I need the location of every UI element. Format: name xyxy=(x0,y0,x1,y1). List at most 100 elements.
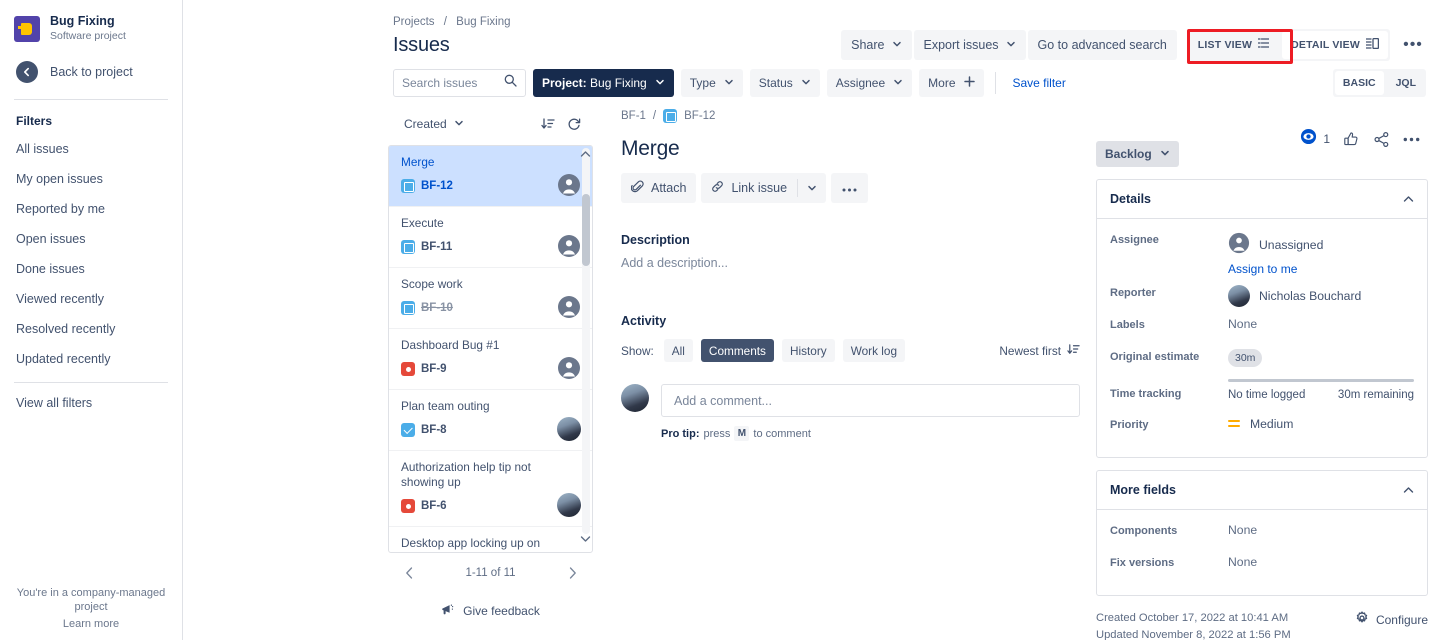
export-issues-button[interactable]: Export issues xyxy=(913,30,1026,60)
back-to-project-button[interactable]: Back to project xyxy=(0,53,182,93)
project-header[interactable]: Bug Fixing Software project xyxy=(0,0,182,53)
previous-page-button[interactable] xyxy=(396,560,422,586)
refresh-icon[interactable] xyxy=(561,111,587,137)
share-button[interactable]: Share xyxy=(841,30,912,60)
issue-list-item-bf-9[interactable]: Dashboard Bug #1 BF-9 xyxy=(389,329,592,390)
configure-button[interactable]: Configure xyxy=(1355,610,1428,628)
like-button[interactable] xyxy=(1343,131,1360,148)
list-view-label: LIST VIEW xyxy=(1197,39,1253,51)
link-issue-dropdown-button[interactable] xyxy=(798,173,826,203)
field-value[interactable]: 30m xyxy=(1228,346,1414,367)
issue-list-scroll-area[interactable]: Merge BF-12 Execute BF-11 Scope work BF-… xyxy=(388,145,593,553)
sidebar-item-my-open-issues[interactable]: My open issues xyxy=(0,164,182,194)
field-value[interactable]: Unassigned Assign to me xyxy=(1228,229,1414,276)
filter-divider xyxy=(994,72,996,94)
more-fields-panel-header[interactable]: More fields xyxy=(1097,471,1427,510)
issue-more-actions-button[interactable] xyxy=(831,173,869,203)
issue-more-options-icon[interactable] xyxy=(1403,137,1420,142)
issue-key[interactable]: BF-12 xyxy=(684,110,715,122)
sidebar-item-updated-recently[interactable]: Updated recently xyxy=(0,344,182,374)
sidebar-item-view-all-filters[interactable]: View all filters xyxy=(0,383,182,418)
issue-title: Dashboard Bug #1 xyxy=(401,338,500,352)
sidebar-item-resolved-recently[interactable]: Resolved recently xyxy=(0,314,182,344)
time-tracking-bar xyxy=(1228,379,1414,382)
issue-list-item-bf-8[interactable]: Plan team outing BF-8 xyxy=(389,390,592,451)
learn-more-link[interactable]: Learn more xyxy=(0,618,182,630)
status-filter-chip[interactable]: Status xyxy=(749,69,820,97)
field-label: Priority xyxy=(1110,419,1149,431)
advanced-search-button[interactable]: Go to advanced search xyxy=(1027,30,1177,60)
field-value[interactable]: Nicholas Bouchard xyxy=(1228,282,1414,307)
issue-list-item-bf-12[interactable]: Merge BF-12 xyxy=(389,146,592,207)
add-comment-row: Pro tip: press M to comment xyxy=(621,384,1080,441)
description-placeholder[interactable]: Add a description... xyxy=(621,256,1080,270)
sidebar-item-reported-by-me[interactable]: Reported by me xyxy=(0,194,182,224)
issue-list-item-bf-10[interactable]: Scope work BF-10 xyxy=(389,268,592,329)
pro-tip-suffix: to comment xyxy=(753,427,811,440)
give-feedback-button[interactable]: Give feedback xyxy=(388,593,593,629)
scrollbar-thumb[interactable] xyxy=(582,194,590,266)
type-filter-chip[interactable]: Type xyxy=(680,69,743,97)
breadcrumb-separator: / xyxy=(443,16,447,28)
field-value[interactable]: None xyxy=(1228,314,1414,331)
more-dots-icon xyxy=(842,181,857,195)
sort-order-toggle[interactable]: Newest first xyxy=(999,343,1080,359)
sidebar-item-all-issues[interactable]: All issues xyxy=(0,134,182,164)
basic-mode-button[interactable]: BASIC xyxy=(1334,71,1384,95)
assignee-filter-chip[interactable]: Assignee xyxy=(826,69,913,97)
tab-all[interactable]: All xyxy=(663,339,693,362)
more-options-button[interactable]: ••• xyxy=(1398,30,1428,60)
sort-by-dropdown[interactable]: Created xyxy=(398,113,470,135)
field-value[interactable]: Medium xyxy=(1228,414,1414,431)
search-input[interactable] xyxy=(402,76,500,90)
breadcrumb-project[interactable]: Bug Fixing xyxy=(456,16,510,28)
issue-list-item-partial[interactable]: Desktop app locking up on Mac xyxy=(389,527,592,552)
project-filter-chip[interactable]: Project: Bug Fixing xyxy=(533,69,674,97)
detail-view-button[interactable]: DETAIL VIEW xyxy=(1282,31,1388,59)
tab-work-log[interactable]: Work log xyxy=(842,339,906,362)
avatar xyxy=(557,295,581,319)
details-panel-header[interactable]: Details xyxy=(1097,180,1427,219)
watch-issue-button[interactable]: 1 xyxy=(1300,128,1330,150)
assign-to-me-link[interactable]: Assign to me xyxy=(1228,262,1297,276)
next-page-button[interactable] xyxy=(559,560,585,586)
story-type-icon xyxy=(401,240,415,254)
tab-history[interactable]: History xyxy=(781,339,835,362)
issue-list-scrollbar[interactable] xyxy=(582,148,590,534)
more-filters-chip[interactable]: More xyxy=(919,69,984,97)
avatar xyxy=(557,417,581,441)
issue-list-item-bf-11[interactable]: Execute BF-11 xyxy=(389,207,592,268)
link-issue-button[interactable]: Link issue xyxy=(701,173,797,203)
comment-input[interactable] xyxy=(661,384,1080,417)
sidebar-item-open-issues[interactable]: Open issues xyxy=(0,224,182,254)
time-tracking-widget[interactable]: No time logged 30m remaining xyxy=(1228,378,1414,401)
time-remaining: 30m remaining xyxy=(1337,389,1414,401)
status-dropdown[interactable]: Backlog xyxy=(1096,141,1179,167)
field-value[interactable]: None xyxy=(1228,552,1414,569)
share-icon[interactable] xyxy=(1373,131,1390,148)
timestamps: Created October 17, 2022 at 10:41 AM Upd… xyxy=(1096,610,1291,640)
list-view-button[interactable]: LIST VIEW xyxy=(1189,31,1278,59)
avatar xyxy=(557,356,581,380)
chevron-down-icon xyxy=(893,76,903,90)
save-filter-link[interactable]: Save filter xyxy=(1007,76,1072,90)
parent-issue-key[interactable]: BF-1 xyxy=(621,110,646,122)
plus-icon xyxy=(963,76,975,90)
assignee-user: Unassigned xyxy=(1228,232,1414,257)
sidebar-item-viewed-recently[interactable]: Viewed recently xyxy=(0,284,182,314)
field-label: Labels xyxy=(1110,319,1145,331)
sort-direction-icon[interactable] xyxy=(535,111,561,137)
sidebar-item-done-issues[interactable]: Done issues xyxy=(0,254,182,284)
scroll-up-icon[interactable] xyxy=(580,150,591,161)
field-value[interactable]: None xyxy=(1228,520,1414,537)
attach-button[interactable]: Attach xyxy=(621,173,697,203)
breadcrumb-projects[interactable]: Projects xyxy=(393,16,435,28)
share-label: Share xyxy=(851,38,885,52)
time-logged: No time logged xyxy=(1228,389,1306,401)
tab-comments[interactable]: Comments xyxy=(700,339,774,362)
jql-mode-button[interactable]: JQL xyxy=(1388,71,1424,95)
search-input-wrapper[interactable] xyxy=(393,69,526,97)
give-feedback-label: Give feedback xyxy=(463,604,540,618)
issue-list-item-bf-6[interactable]: Authorization help tip not showing up BF… xyxy=(389,451,592,527)
scroll-down-icon[interactable] xyxy=(580,535,591,546)
